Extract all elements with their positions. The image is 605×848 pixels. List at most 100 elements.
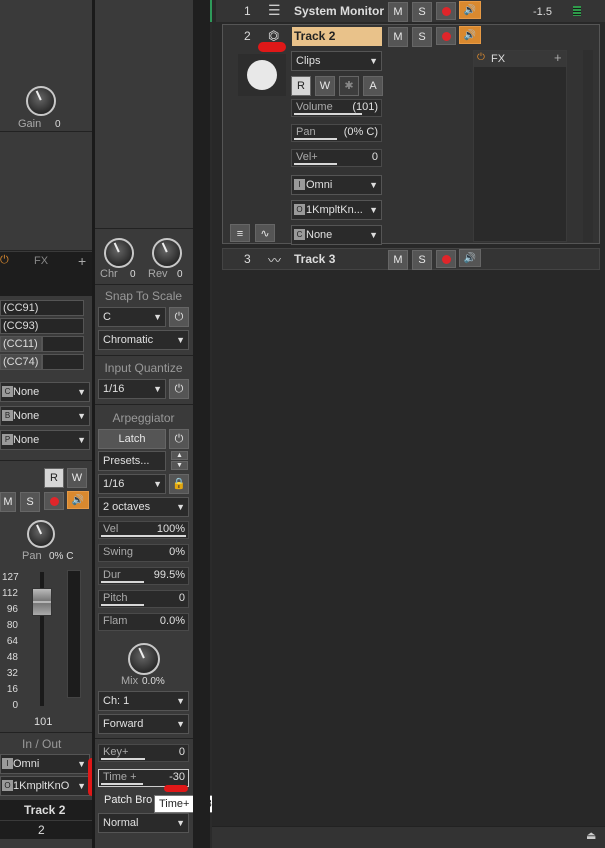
left-none-dropdown-1[interactable]: C None ▼: [0, 382, 90, 402]
track-3-record-button[interactable]: [436, 250, 456, 268]
track-2-channel-dropdown[interactable]: C None ▼: [291, 225, 382, 245]
channel-icon: C: [294, 229, 305, 240]
input-echo-button[interactable]: 🔊: [67, 491, 89, 509]
left-none-dropdown-3[interactable]: P None ▼: [0, 430, 90, 450]
track-1-mute-button[interactable]: M: [388, 2, 408, 22]
track-layout-icon[interactable]: ≡: [230, 224, 250, 242]
arp-slider-name: Dur: [103, 569, 121, 581]
snap-scale-dropdown[interactable]: Chromatic ▼: [98, 330, 189, 350]
input-dropdown[interactable]: I Omni ▼: [0, 754, 90, 774]
pan-label: Pan: [22, 550, 42, 562]
track-3-solo-button[interactable]: S: [412, 250, 432, 270]
cc-item-4[interactable]: (CC74): [0, 354, 42, 370]
quantize-dropdown[interactable]: 1/16 ▼: [98, 379, 166, 399]
preset-down-icon[interactable]: ▼: [171, 461, 188, 470]
track-3-mute-button[interactable]: M: [388, 250, 408, 270]
arp-presets-dropdown[interactable]: Presets...: [98, 451, 166, 471]
track-2-volume-slider[interactable]: Volume (101): [291, 99, 382, 117]
chorus-knob[interactable]: [104, 238, 134, 268]
track-1-name[interactable]: System Monitorin: [294, 4, 384, 18]
track-2-solo-button[interactable]: S: [412, 27, 432, 47]
track-2-fx-add-icon[interactable]: +: [554, 50, 562, 65]
track-2-star-button[interactable]: ✱: [339, 76, 359, 96]
volume-fader-handle[interactable]: [32, 588, 52, 616]
track-3-number: 3: [244, 252, 251, 266]
mute-button[interactable]: M: [0, 492, 16, 512]
latch-button[interactable]: Latch: [98, 429, 166, 449]
track-2-scroll[interactable]: [583, 50, 593, 242]
eject-icon[interactable]: ⏏: [586, 829, 596, 842]
track-3-echo-button[interactable]: 🔊: [459, 249, 481, 267]
snap-power-button[interactable]: ⏻: [169, 307, 189, 327]
track-2-number: 2: [244, 29, 251, 43]
track-2-name[interactable]: Track 2: [292, 27, 382, 46]
track-2-output-dropdown[interactable]: O 1KmpltKn... ▼: [291, 200, 382, 220]
fader-scale-label: 48: [6, 652, 18, 663]
track-1-record-button[interactable]: [436, 2, 456, 20]
level-meter: [67, 570, 81, 698]
arp-slider-dur[interactable]: Dur 99.5%: [98, 567, 189, 585]
footer-track-name[interactable]: Track 2: [24, 803, 65, 817]
fader-scale-label: 80: [6, 620, 18, 631]
track-2-pan-slider[interactable]: Pan (0% C): [291, 124, 382, 142]
cc-item-3[interactable]: (CC11): [0, 336, 42, 352]
arp-slider-flam[interactable]: Flam 0.0%: [98, 613, 189, 631]
arp-slider-vel[interactable]: Vel 100%: [98, 521, 189, 539]
track-2-echo-button[interactable]: 🔊: [459, 26, 481, 44]
track-2-input-dropdown[interactable]: I Omni ▼: [291, 175, 382, 195]
quantize-power-button[interactable]: ⏻: [169, 379, 189, 399]
key-offset-slider[interactable]: Key+ 0: [98, 744, 189, 762]
mode-dropdown[interactable]: Normal ▼: [98, 813, 189, 833]
track-2-pan-bar: [294, 138, 337, 140]
power-icon[interactable]: ⏻: [0, 254, 9, 267]
patch-browser-label[interactable]: Patch Bro: [104, 794, 152, 806]
track-2-a-button[interactable]: A: [363, 76, 383, 96]
fader-scale-label: 64: [6, 636, 18, 647]
pan-knob[interactable]: [27, 520, 55, 548]
horizontal-scrollbar[interactable]: [212, 826, 605, 848]
arp-slider-value: 0%: [169, 546, 185, 558]
fader-scale-label: 16: [6, 684, 18, 695]
arp-slider-name: Vel: [103, 523, 119, 535]
arp-power-button[interactable]: ⏻: [169, 429, 189, 449]
route-icon: C: [2, 386, 13, 397]
arp-rate-dropdown[interactable]: 1/16 ▼: [98, 474, 166, 494]
track-1-echo-button[interactable]: 🔊: [459, 1, 481, 19]
track-2-record-button[interactable]: [436, 27, 456, 45]
preset-up-icon[interactable]: ▲: [171, 451, 188, 460]
fx-add-icon[interactable]: +: [78, 253, 86, 269]
solo-button[interactable]: S: [20, 492, 40, 512]
arp-octaves-dropdown[interactable]: 2 octaves ▼: [98, 497, 189, 517]
track-1-volume: -1.5: [533, 6, 552, 18]
channel-dropdown[interactable]: Ch: 1 ▼: [98, 691, 189, 711]
direction-dropdown[interactable]: Forward ▼: [98, 714, 189, 734]
snap-key-dropdown[interactable]: C ▼: [98, 307, 166, 327]
pan-value: 0% C: [49, 551, 74, 562]
cc-item-1[interactable]: (CC91): [0, 300, 84, 316]
track-2-mute-button[interactable]: M: [388, 27, 408, 47]
write-automation-button[interactable]: W: [67, 468, 87, 488]
track-3-name[interactable]: Track 3: [294, 252, 335, 266]
left-none-dropdown-2[interactable]: B None ▼: [0, 406, 90, 426]
route-icon: P: [2, 434, 13, 445]
output-dropdown[interactable]: O 1KmpltKnO ▼: [0, 776, 90, 796]
automation-lane-icon[interactable]: ∿: [255, 224, 275, 242]
track-1-solo-button[interactable]: S: [412, 2, 432, 22]
read-automation-button[interactable]: R: [44, 468, 64, 488]
gain-knob[interactable]: [26, 86, 56, 116]
fx-power-icon[interactable]: ⏻: [477, 52, 485, 63]
track-2-write-button[interactable]: W: [315, 76, 335, 96]
record-arm-button[interactable]: [44, 492, 64, 510]
mix-value: 0.0%: [142, 676, 165, 687]
reverb-knob[interactable]: [152, 238, 182, 268]
track-2-vel-slider[interactable]: Vel+ 0: [291, 149, 382, 167]
arp-slider-swing[interactable]: Swing 0%: [98, 544, 189, 562]
mix-knob[interactable]: [128, 643, 160, 675]
arp-slider-name: Swing: [103, 546, 133, 558]
cc-item-2[interactable]: (CC93): [0, 318, 84, 334]
track-2-read-button[interactable]: R: [291, 76, 311, 96]
clips-dropdown[interactable]: Clips ▼: [291, 51, 382, 71]
in-out-label: In / Out: [22, 737, 62, 751]
arp-slider-pitch[interactable]: Pitch 0: [98, 590, 189, 608]
lock-icon[interactable]: 🔒: [169, 474, 189, 494]
